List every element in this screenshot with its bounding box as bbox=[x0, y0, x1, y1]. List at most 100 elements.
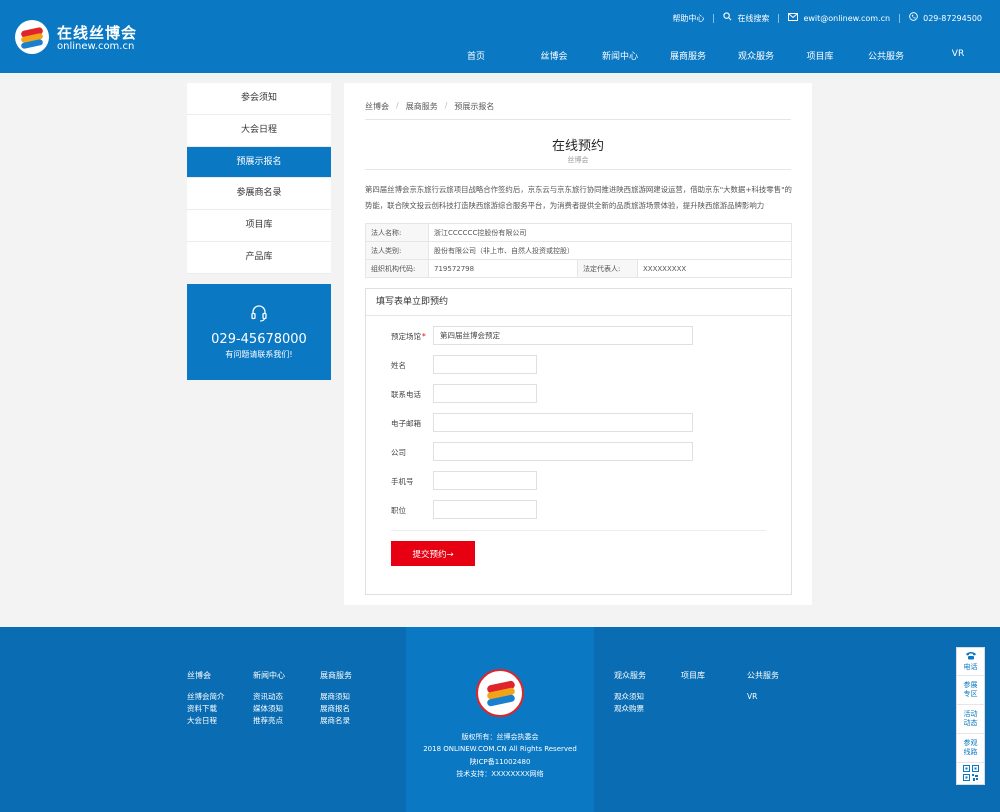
footer-link[interactable]: 丝博会简介 bbox=[187, 691, 225, 703]
footer-link[interactable]: 资料下载 bbox=[187, 703, 225, 715]
name-field[interactable] bbox=[433, 355, 537, 374]
footer-link[interactable]: 观众须知 bbox=[614, 691, 646, 703]
float-label: 动态 bbox=[963, 719, 978, 727]
info-value: XXXXXXXXX bbox=[637, 259, 792, 278]
footer-heading: 丝博会 bbox=[187, 671, 211, 680]
company-field[interactable] bbox=[433, 442, 693, 461]
brand-title: 在线丝博会 bbox=[57, 24, 138, 42]
phone-field[interactable] bbox=[433, 384, 537, 403]
footer-link[interactable]: 推荐亮点 bbox=[253, 715, 285, 727]
tech-support: 技术支持：XXXXXXXX网络 bbox=[456, 769, 544, 778]
float-phone-label: 电话 bbox=[963, 663, 978, 671]
qr-code-icon[interactable] bbox=[963, 765, 979, 781]
breadcrumb-item[interactable]: 预展示报名 bbox=[454, 101, 494, 112]
footer-link[interactable]: 展商报名 bbox=[320, 703, 352, 715]
copyright-owner: 版权所有：丝博会执委会 bbox=[461, 733, 539, 741]
company-info-table: 法人名称: 浙江CCCCCC控股份有限公司 法人类别: 股份有限公司（非上市、自… bbox=[365, 223, 792, 278]
submit-button[interactable]: 提交预约→ bbox=[391, 541, 475, 566]
info-label: 法人类别: bbox=[365, 241, 429, 260]
footer-heading: 公共服务 bbox=[747, 671, 779, 680]
footer-col-projects: 项目库 bbox=[681, 670, 705, 691]
mail-icon bbox=[788, 12, 799, 24]
required-mark: * bbox=[422, 332, 426, 341]
nav-expo[interactable]: 丝博会 bbox=[522, 49, 586, 62]
sidebar-item-projects[interactable]: 项目库 bbox=[187, 210, 331, 242]
info-value: 719572798 bbox=[428, 259, 578, 278]
field-label: 职位 bbox=[391, 506, 406, 515]
sidebar-item-preview-registration[interactable]: 预展示报名 bbox=[187, 146, 331, 179]
sidebar-item-schedule[interactable]: 大会日程 bbox=[187, 115, 331, 147]
mobile-field[interactable] bbox=[433, 471, 537, 490]
intro-paragraph: 第四届丝博会京东旅行云旅项目战略合作签约后，京东云与京东旅行协同推进陕西旅游网建… bbox=[365, 185, 792, 210]
field-label: 公司 bbox=[391, 448, 406, 457]
search-link-label: 在线搜索 bbox=[737, 13, 770, 23]
nav-visitor-services[interactable]: 观众服务 bbox=[724, 49, 788, 62]
float-activity-button[interactable]: 活动 动态 bbox=[957, 705, 984, 734]
float-route-button[interactable]: 参观 线路 bbox=[957, 734, 984, 763]
footer-link[interactable]: 展商须知 bbox=[320, 691, 352, 703]
sidebar-item-products[interactable]: 产品库 bbox=[187, 242, 331, 274]
sidebar-menu: 参会须知 大会日程 预展示报名 参展商名录 项目库 产品库 bbox=[187, 83, 331, 274]
footer-link[interactable]: 媒体须知 bbox=[253, 703, 285, 715]
info-value: 股份有限公司（非上市、自然人投资或控股） bbox=[428, 241, 792, 260]
footer-link[interactable]: 展商名录 bbox=[320, 715, 352, 727]
email-link[interactable]: ewit@onlinew.com.cn bbox=[788, 12, 891, 24]
page-subtitle: 丝博会 bbox=[567, 156, 589, 164]
breadcrumb-separator: / bbox=[444, 101, 448, 110]
float-label: 线路 bbox=[963, 748, 978, 756]
contact-box: 029-45678000 有问题请联系我们! bbox=[187, 284, 331, 380]
nav-public-services[interactable]: 公共服务 bbox=[854, 49, 918, 62]
headset-icon bbox=[250, 304, 268, 322]
position-field[interactable] bbox=[433, 500, 537, 519]
footer-logo-icon bbox=[476, 669, 524, 717]
sidebar-item-exhibitor-list[interactable]: 参展商名录 bbox=[187, 178, 331, 211]
contact-tip: 有问题请联系我们! bbox=[225, 350, 293, 359]
phone-icon bbox=[909, 12, 918, 24]
venue-field[interactable] bbox=[433, 326, 693, 345]
icp-number[interactable]: 陕ICP备11002480 bbox=[406, 756, 594, 768]
email-address: ewit@onlinew.com.cn bbox=[803, 13, 891, 23]
float-exhibit-zone-button[interactable]: 参展 专区 bbox=[957, 676, 984, 705]
breadcrumb: 丝博会 / 展商服务 / 预展示报名 bbox=[365, 101, 494, 112]
footer-link[interactable]: 大会日程 bbox=[187, 715, 225, 727]
help-center-link[interactable]: 帮助中心 bbox=[672, 13, 704, 24]
breadcrumb-item[interactable]: 丝博会 bbox=[365, 101, 389, 112]
top-utility-bar: 帮助中心 在线搜索 ewit@onlinew.com.cn 029-872945… bbox=[672, 12, 982, 24]
footer-link[interactable]: VR bbox=[747, 691, 779, 703]
logo-icon bbox=[15, 20, 49, 54]
divider bbox=[365, 119, 791, 120]
breadcrumb-separator: / bbox=[396, 101, 399, 110]
footer-heading[interactable]: 项目库 bbox=[681, 670, 705, 681]
field-label: 手机号 bbox=[391, 477, 414, 486]
float-label: 专区 bbox=[963, 690, 978, 698]
nav-news[interactable]: 新闻中心 bbox=[588, 49, 652, 62]
nav-exhibitor-services[interactable]: 展商服务 bbox=[656, 49, 720, 62]
footer-heading: 新闻中心 bbox=[253, 671, 285, 680]
main-nav: 首页 丝博会 新闻中心 展商服务 观众服务 项目库 公共服务 VR bbox=[452, 49, 982, 62]
nav-home[interactable]: 首页 bbox=[452, 49, 500, 62]
float-phone-button[interactable]: 电话 bbox=[957, 648, 984, 676]
float-label: 参观 bbox=[963, 739, 978, 747]
footer-link[interactable]: 资讯动态 bbox=[253, 691, 285, 703]
field-label: 电子邮箱 bbox=[391, 419, 421, 428]
info-label: 法定代表人: bbox=[577, 259, 638, 278]
sidebar-item-notice[interactable]: 参会须知 bbox=[187, 83, 331, 115]
nav-projects[interactable]: 项目库 bbox=[788, 49, 852, 62]
phone-icon bbox=[965, 652, 977, 662]
copyright-block: 版权所有：丝博会执委会 2018 ONLINEW.COM.CN All Righ… bbox=[406, 731, 594, 780]
breadcrumb-item[interactable]: 展商服务 bbox=[406, 101, 438, 112]
site-header: 在线丝博会 onlinew.com.cn 帮助中心 在线搜索 ewit@onli… bbox=[0, 0, 1000, 73]
phone-number: 029-87294500 bbox=[923, 13, 982, 23]
search-link[interactable]: 在线搜索 bbox=[723, 12, 769, 24]
form-heading: 填写表单立即预约 bbox=[366, 289, 791, 316]
search-icon bbox=[723, 12, 732, 24]
footer-center: 版权所有：丝博会执委会 2018 ONLINEW.COM.CN All Righ… bbox=[406, 627, 594, 812]
copyright-rights: 2018 ONLINEW.COM.CN All Rights Reserved bbox=[423, 745, 577, 754]
footer-link[interactable]: 观众购票 bbox=[614, 703, 646, 715]
nav-vr[interactable]: VR bbox=[934, 49, 982, 62]
float-label: 活动 bbox=[963, 710, 978, 718]
email-field[interactable] bbox=[433, 413, 693, 432]
site-footer: 丝博会 丝博会简介 资料下载 大会日程 新闻中心 资讯动态 媒体须知 推荐亮点 … bbox=[0, 627, 1000, 812]
float-label: 参展 bbox=[963, 681, 978, 689]
phone-link[interactable]: 029-87294500 bbox=[909, 12, 982, 24]
